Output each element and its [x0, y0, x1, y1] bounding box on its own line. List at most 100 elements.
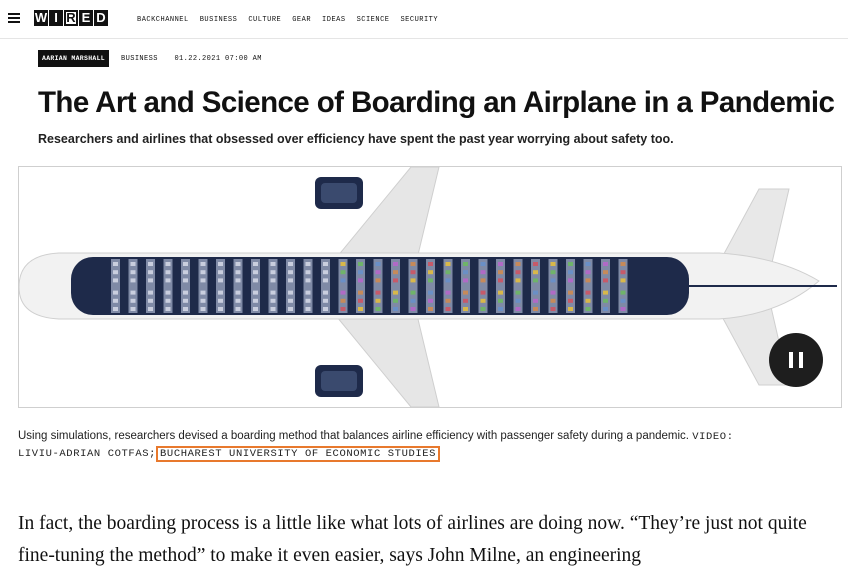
- seat-row: [356, 259, 365, 313]
- seat: [235, 278, 241, 283]
- seat-row: [338, 259, 348, 313]
- video-figure[interactable]: [18, 166, 842, 408]
- seat-row: [303, 259, 313, 313]
- seat-row: [531, 259, 540, 313]
- seat-row: [128, 259, 138, 313]
- nav-link-science[interactable]: SCIENCE: [357, 16, 390, 24]
- seat: [410, 262, 416, 266]
- seat: [358, 290, 363, 295]
- seat: [550, 290, 556, 295]
- seat: [340, 298, 346, 303]
- seat: [358, 298, 363, 303]
- seat: [358, 307, 363, 311]
- seat: [200, 307, 206, 311]
- seat: [393, 270, 398, 275]
- pause-button[interactable]: [769, 333, 823, 387]
- seat: [218, 298, 223, 303]
- seat: [183, 278, 188, 283]
- hamburger-icon[interactable]: [8, 13, 20, 25]
- seat-row: [198, 259, 208, 313]
- seat: [445, 290, 451, 295]
- page: W I R E D BACKCHANNEL BUSINESS CULTURE G…: [0, 0, 848, 566]
- nav-link-backchannel[interactable]: BACKCHANNEL: [137, 16, 189, 24]
- seat: [480, 262, 486, 266]
- seat-row: [408, 259, 418, 313]
- seat: [288, 298, 293, 303]
- logo-letter: D: [94, 10, 108, 26]
- seat: [253, 298, 258, 303]
- nav-link-business[interactable]: BUSINESS: [200, 16, 238, 24]
- seat: [253, 270, 258, 275]
- seat: [533, 290, 538, 295]
- seat: [218, 262, 223, 266]
- seat: [270, 307, 276, 311]
- publish-date: 01.22.2021 07:00 AM: [174, 54, 262, 63]
- seat: [480, 270, 486, 275]
- author-link[interactable]: AARIAN MARSHALL: [38, 50, 110, 67]
- seat: [533, 270, 538, 275]
- pause-icon: [799, 352, 803, 368]
- seat: [340, 262, 346, 266]
- seat: [323, 262, 328, 266]
- article-body-paragraph: In fact, the boarding process is a littl…: [18, 513, 807, 566]
- seat: [183, 307, 188, 311]
- seat: [585, 262, 591, 266]
- seat: [620, 307, 626, 311]
- seat-row: [513, 259, 523, 313]
- seat: [603, 307, 608, 311]
- seat: [620, 270, 626, 275]
- seat: [445, 307, 451, 311]
- byline-meta: BUSINESS 01.22.2021 07:00 AM: [121, 55, 274, 63]
- seat: [270, 262, 276, 266]
- seat: [393, 307, 398, 311]
- seat: [305, 307, 311, 311]
- seat: [148, 307, 153, 311]
- seat: [550, 270, 556, 275]
- seat: [218, 290, 223, 295]
- nav-link-security[interactable]: SECURITY: [400, 16, 438, 24]
- seat-row: [566, 259, 575, 313]
- seat: [235, 262, 241, 266]
- article-dek: Researchers and airlines that obsessed o…: [38, 132, 674, 146]
- seat: [375, 278, 381, 283]
- seat: [498, 290, 503, 295]
- seat: [463, 307, 468, 311]
- seat: [550, 262, 556, 266]
- seat-row: [548, 259, 558, 313]
- seat: [340, 290, 346, 295]
- seat: [165, 270, 171, 275]
- seat: [515, 270, 521, 275]
- nav-link-ideas[interactable]: IDEAS: [322, 16, 346, 24]
- article-headline: The Art and Science of Boarding an Airpl…: [38, 86, 835, 119]
- seat: [113, 298, 118, 303]
- nav-link-gear[interactable]: GEAR: [292, 16, 311, 24]
- logo-letter: W: [34, 10, 48, 26]
- seat: [235, 298, 241, 303]
- seat: [498, 298, 503, 303]
- seat: [130, 307, 136, 311]
- seat-row: [496, 259, 505, 313]
- seat: [480, 278, 486, 283]
- pause-icon: [789, 352, 793, 368]
- wired-logo[interactable]: W I R E D: [34, 10, 109, 28]
- seat: [130, 278, 136, 283]
- logo-letter: E: [79, 10, 93, 26]
- seat: [218, 307, 223, 311]
- seat: [550, 278, 556, 283]
- seat: [393, 298, 398, 303]
- seat: [515, 278, 521, 283]
- seat: [130, 290, 136, 295]
- nav-link-culture[interactable]: CULTURE: [248, 16, 281, 24]
- seat: [183, 290, 188, 295]
- seat: [340, 307, 346, 311]
- seat-row: [321, 259, 330, 313]
- airplane-illustration: [19, 167, 837, 407]
- seat: [585, 307, 591, 311]
- seat: [288, 262, 293, 266]
- seat: [375, 298, 381, 303]
- section-link[interactable]: BUSINESS: [121, 55, 158, 63]
- seat: [445, 278, 451, 283]
- seat: [585, 298, 591, 303]
- seat: [270, 298, 276, 303]
- seat: [515, 307, 521, 311]
